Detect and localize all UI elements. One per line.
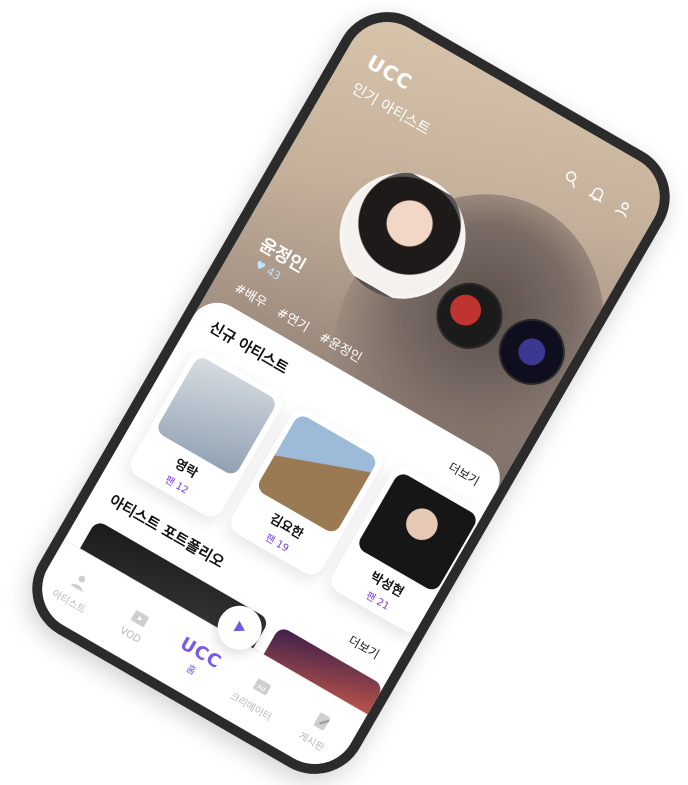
search-icon[interactable]: [559, 166, 584, 191]
header-actions: [559, 166, 636, 221]
phone-frame: UCC 인기 아티스트 윤정인 ♥ 43 #배우 #연기 #윤정인 신규 아티스…: [13, 0, 688, 785]
artist-thumbnail[interactable]: [611, 378, 676, 469]
tab-creator[interactable]: Ad 크리에이터: [223, 663, 293, 726]
artist-thumbnail[interactable]: [673, 414, 676, 505]
more-link-new-artists[interactable]: 더보기: [446, 458, 483, 489]
tag[interactable]: #연기: [274, 302, 314, 335]
user-icon[interactable]: [611, 196, 636, 221]
mockup-stage: UCC 인기 아티스트 윤정인 ♥ 43 #배우 #연기 #윤정인 신규 아티스…: [0, 0, 688, 785]
app-screen: UCC 인기 아티스트 윤정인 ♥ 43 #배우 #연기 #윤정인 신규 아티스…: [26, 6, 676, 780]
tag[interactable]: #배우: [231, 278, 271, 311]
more-link-portfolio[interactable]: 더보기: [346, 631, 383, 662]
bell-icon[interactable]: [585, 181, 610, 206]
tab-artist[interactable]: 아티스트: [41, 558, 111, 621]
tab-vod[interactable]: VOD: [103, 595, 171, 654]
tab-board[interactable]: 게시판: [283, 698, 353, 761]
